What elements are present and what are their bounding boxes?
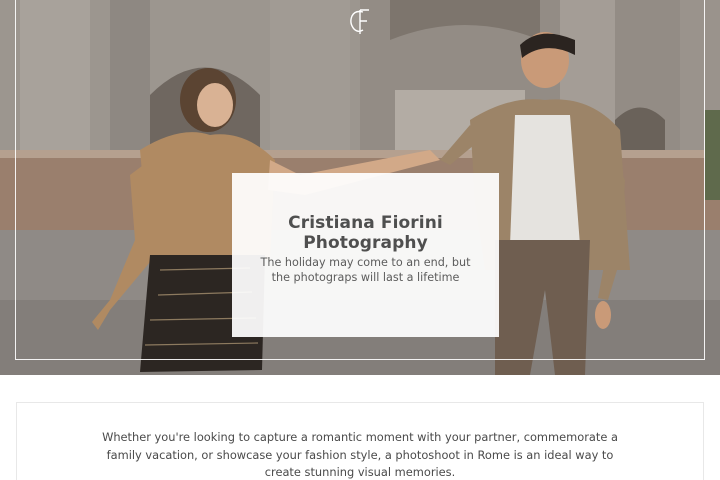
hero-section: Cristiana Fiorini Photography The holida… — [0, 0, 720, 375]
hero-card: Cristiana Fiorini Photography The holida… — [232, 173, 499, 337]
site-title: Cristiana Fiorini Photography — [288, 213, 443, 253]
intro-section: Whether you're looking to capture a roma… — [16, 402, 704, 480]
cf-monogram-logo-icon[interactable] — [346, 6, 374, 36]
intro-paragraph: Whether you're looking to capture a roma… — [102, 430, 618, 479]
hero-tagline: The holiday may come to an end, but the … — [260, 256, 471, 284]
